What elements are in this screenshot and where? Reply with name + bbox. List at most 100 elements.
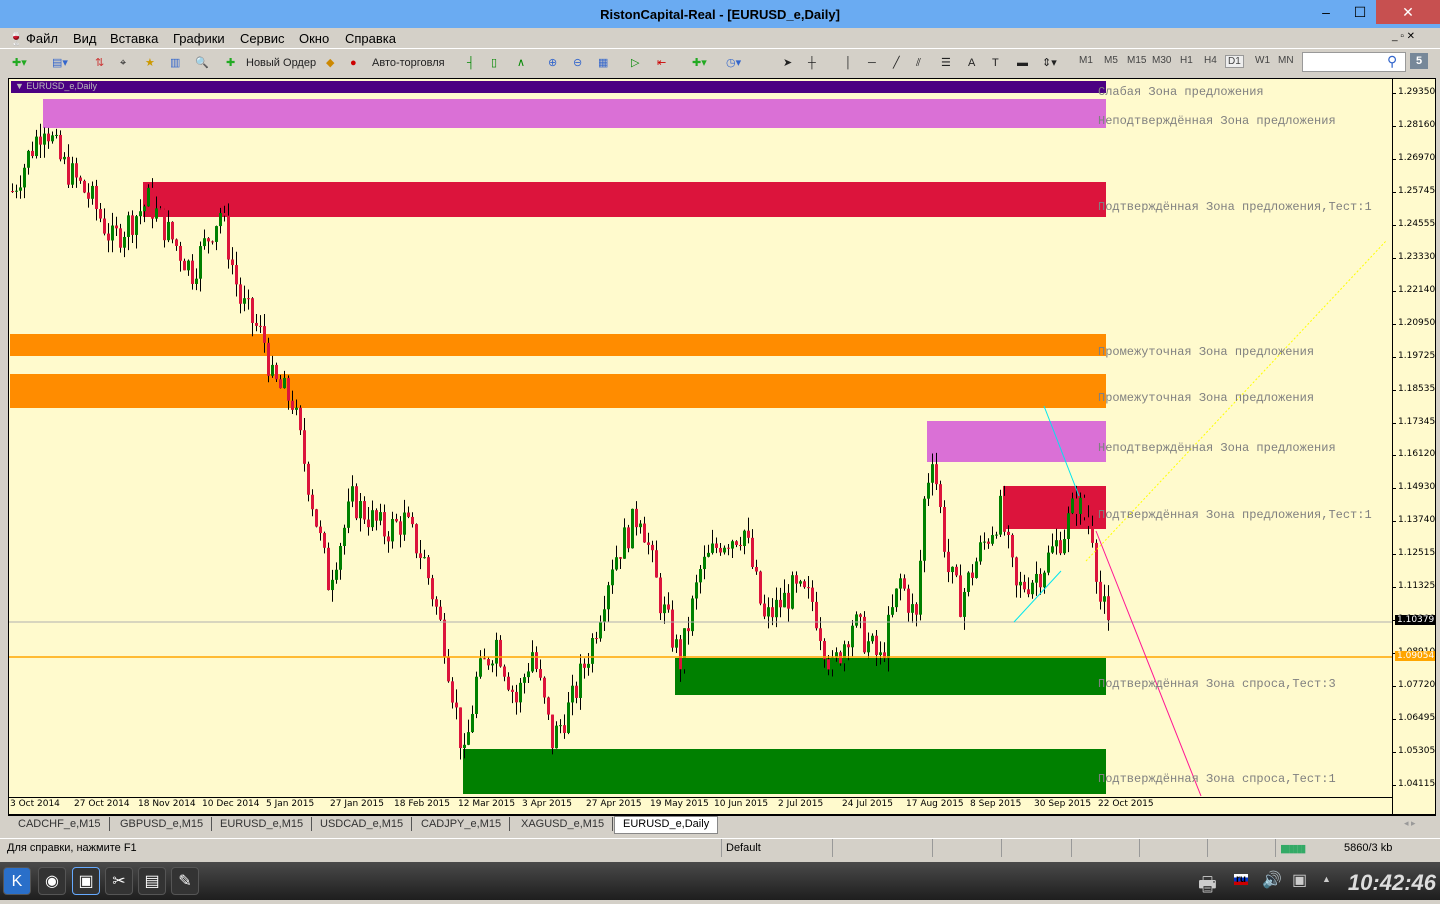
periods-icon[interactable]: ◷▾ [726, 53, 741, 73]
maximize-button[interactable]: ☐ [1340, 0, 1380, 24]
close-button[interactable]: ✕ [1376, 0, 1440, 24]
window-title: RistonCapital-Real - [EURUSD_e,Daily] [600, 7, 840, 22]
tools-icon[interactable]: ✂ [105, 867, 133, 895]
equidistant-channel-icon[interactable]: ⫽ [916, 53, 921, 73]
candle-body [771, 607, 774, 618]
kde-menu-icon[interactable]: K [3, 867, 31, 895]
mql5-badge[interactable]: 5 [1410, 53, 1428, 69]
chart-tab[interactable]: USDCAD_e,M15 [312, 817, 413, 831]
files-icon[interactable]: ▤ [138, 867, 166, 895]
candlestick-icon[interactable]: ▯ [491, 53, 497, 73]
chart-tab[interactable]: XAGUSD_e,M15 [513, 817, 614, 831]
candle-body [895, 588, 898, 608]
metatrader-task-icon[interactable]: ▣ [72, 867, 100, 895]
search-icon[interactable]: ⚲ [1387, 53, 1397, 70]
printer-icon[interactable]: 🖶 [1198, 870, 1217, 904]
menu-charts[interactable]: Графики [173, 31, 225, 46]
auto-trading-button[interactable]: Авто-торговля [372, 53, 445, 73]
navigator-icon[interactable]: ★ [145, 53, 155, 73]
tf-m5[interactable]: M5 [1104, 55, 1118, 66]
tf-m30[interactable]: M30 [1152, 55, 1171, 66]
candle-body [899, 578, 902, 589]
menu-view[interactable]: Вид [73, 31, 97, 46]
tf-h1[interactable]: H1 [1180, 55, 1193, 66]
tf-w1[interactable]: W1 [1255, 55, 1270, 66]
tile-windows-icon[interactable]: ▦ [598, 53, 608, 73]
candle-body [187, 260, 190, 271]
metaeditor-icon[interactable]: ◆ [326, 53, 334, 73]
price-chart[interactable]: Слабая Зона предложения Неподтверждённая … [8, 78, 1436, 815]
candle-body [987, 541, 990, 544]
zoom-out-icon[interactable]: ⊖ [573, 53, 582, 73]
text-icon[interactable]: A [968, 53, 975, 73]
indicators-icon[interactable]: ✚▾ [692, 53, 707, 73]
candle-body [971, 572, 974, 578]
candle-body [79, 177, 82, 181]
new-order-button[interactable]: Новый Ордер [246, 53, 316, 73]
price-tick: 1.07720 [1398, 680, 1436, 691]
horizontal-line-icon[interactable]: ─ [868, 53, 876, 73]
crosshair-tool-icon[interactable]: ┼ [808, 53, 816, 73]
candle-body [1071, 498, 1074, 514]
price-axis[interactable]: 1.29350 1.28160 1.26970 1.25745 1.24555 1.233… [1392, 79, 1436, 814]
zoom-in-icon[interactable]: ⊕ [548, 53, 557, 73]
chrome-icon[interactable]: ◉ [38, 867, 66, 895]
chart-tab[interactable]: CADCHF_e,M15 [10, 817, 110, 831]
arrows-icon[interactable]: ⇕▾ [1042, 53, 1057, 73]
profiles-icon[interactable]: ▤▾ [52, 53, 68, 73]
tf-m1[interactable]: M1 [1079, 55, 1093, 66]
vertical-line-icon[interactable]: │ [845, 53, 852, 73]
autoscroll-icon[interactable]: ▷ [631, 53, 639, 73]
candle-body [483, 658, 486, 660]
candle-body [831, 657, 834, 670]
line-chart-icon[interactable]: ∧ [517, 53, 525, 73]
paint-icon[interactable]: ✎ [171, 867, 199, 895]
market-watch-icon[interactable]: ⇅ [95, 53, 104, 73]
candle-body [691, 598, 694, 632]
candle-body [1019, 581, 1022, 586]
chart-tab[interactable]: CADJPY_e,M15 [413, 817, 511, 831]
rectangle-icon[interactable]: ▬ [1017, 53, 1028, 73]
candle-body [799, 581, 802, 584]
cursor-icon[interactable]: ➤ [783, 53, 792, 73]
keyboard-layout[interactable]: ru [1234, 874, 1248, 885]
chart-tab[interactable]: EURUSD_e,Daily [614, 816, 719, 834]
chart-tabs: CADCHF_e,M15 GBPUSD_e,M15 EURUSD_e,M15 USDC… [8, 815, 1436, 834]
strategy-tester-icon[interactable]: 🔍 [195, 53, 209, 73]
crosshair-icon[interactable]: ⌖ [120, 53, 126, 73]
candle-body [575, 685, 578, 698]
tray-expand-icon[interactable]: ▲ [1322, 874, 1331, 884]
chart-tab[interactable]: EURUSD_e,M15 [212, 817, 313, 831]
terminal-icon[interactable]: ▥ [170, 53, 180, 73]
new-chart-icon[interactable]: ✚▾ [12, 53, 27, 73]
candle-body [83, 180, 86, 193]
chart-shift-icon[interactable]: ⇤ [657, 53, 666, 73]
menu-file[interactable]: Файл [26, 31, 58, 46]
tf-m15[interactable]: M15 [1127, 55, 1146, 66]
candle-body [227, 215, 230, 260]
candle-body [735, 541, 738, 545]
candle-body [287, 377, 290, 401]
trendline-icon[interactable]: ╱ [893, 53, 900, 73]
candle-body [203, 238, 206, 247]
candle-body [451, 681, 454, 703]
text-label-icon[interactable]: T [992, 53, 999, 73]
candle-body [519, 682, 522, 703]
volume-icon[interactable]: 🔊 [1262, 870, 1282, 890]
chart-tab[interactable]: GBPUSD_e,M15 [112, 817, 213, 831]
network-icon[interactable]: ▣ [1292, 870, 1307, 890]
candle-body [407, 512, 410, 517]
tab-scroll-arrows[interactable]: ◂ ▸ [1404, 818, 1416, 829]
tf-mn[interactable]: MN [1278, 55, 1294, 66]
tf-d1[interactable]: D1 [1225, 55, 1244, 68]
mdi-controls[interactable]: _ ▫ ✕ [1392, 31, 1415, 42]
menu-insert[interactable]: Вставка [110, 31, 158, 46]
menu-tools[interactable]: Сервис [240, 31, 285, 46]
candle-body [663, 604, 666, 614]
bar-chart-icon[interactable]: ┤ [467, 53, 475, 73]
fibonacci-icon[interactable]: ☰ [941, 53, 951, 73]
menu-help[interactable]: Справка [345, 31, 396, 46]
menu-window[interactable]: Окно [299, 31, 329, 46]
tf-h4[interactable]: H4 [1204, 55, 1217, 66]
candle-body [355, 486, 358, 519]
